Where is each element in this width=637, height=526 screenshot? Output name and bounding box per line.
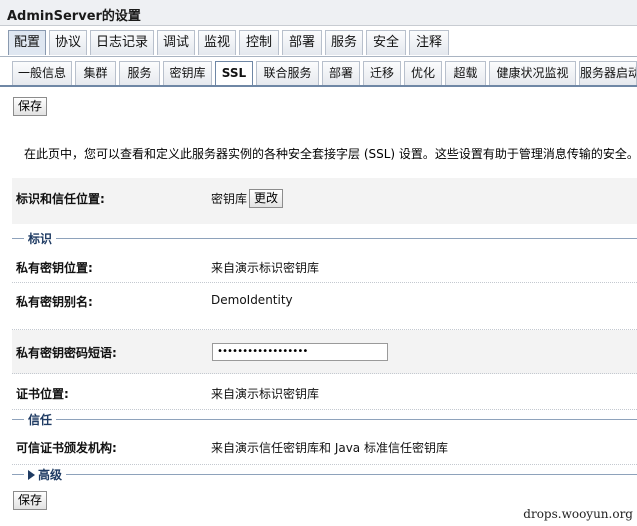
change-button[interactable]: 更改 [249, 189, 284, 208]
secondary-tab-bar: 一般信息 集群 服务 密钥库 SSL 联合服务 部署 迁移 优化 超载 健康状况… [0, 58, 637, 87]
tab-security[interactable]: 安全 [366, 30, 406, 55]
tab-logging[interactable]: 日志记录 [90, 30, 154, 55]
trusted-ca-label: 可信证书颁发机构: [16, 441, 117, 455]
subtab-services[interactable]: 服务 [119, 61, 160, 85]
tab-notes[interactable]: 注释 [409, 30, 449, 55]
certificate-location-value: 来自演示标识密钥库 [211, 387, 320, 401]
tab-monitoring[interactable]: 监视 [198, 30, 236, 55]
page-description: 在此页中，您可以查看和定义此服务器实例的各种安全套接字层 (SSL) 设置。这些… [24, 147, 637, 161]
advanced-section-header[interactable]: 高级 [12, 466, 637, 483]
identity-section-header: 标识 [12, 230, 637, 247]
subtab-federation[interactable]: 联合服务 [256, 61, 319, 85]
tab-debug[interactable]: 调试 [157, 30, 195, 55]
private-key-location-value: 来自演示标识密钥库 [211, 261, 320, 275]
private-key-location-label: 私有密钥位置: [16, 261, 93, 275]
tab-deployments[interactable]: 部署 [282, 30, 322, 55]
advanced-section-title: 高级 [38, 468, 63, 482]
trust-section-title: 信任 [24, 411, 57, 428]
advanced-section-toggle[interactable]: 高级 [24, 466, 67, 483]
private-key-passphrase-label: 私有密钥密码短语: [16, 346, 117, 360]
subtab-cluster[interactable]: 集群 [75, 61, 116, 85]
subtab-health-monitoring[interactable]: 健康状况监视 [489, 61, 576, 85]
subtab-ssl[interactable]: SSL [215, 61, 253, 85]
trusted-ca-row: 可信证书颁发机构: 来自演示信任密钥库和 Java 标准信任密钥库 [12, 429, 637, 465]
primary-tab-bar: 配置 协议 日志记录 调试 监视 控制 部署 服务 安全 注释 [0, 27, 637, 57]
certificate-location-row: 证书位置: 来自演示标识密钥库 [12, 374, 637, 410]
subtab-tuning[interactable]: 优化 [404, 61, 442, 85]
identity-trust-value: 密钥库 [211, 192, 248, 206]
trust-section-header: 信任 [12, 411, 637, 428]
private-key-alias-label: 私有密钥别名: [16, 295, 93, 309]
subtab-migration[interactable]: 迁移 [363, 61, 401, 85]
identity-section-title: 标识 [24, 230, 57, 247]
private-key-passphrase-input[interactable]: •••••••••••••••••• [212, 343, 388, 361]
subtab-overload[interactable]: 超载 [445, 61, 486, 85]
identity-trust-row: 标识和信任位置: 密钥库 [12, 178, 637, 224]
expand-triangle-icon [28, 470, 35, 480]
tab-services[interactable]: 服务 [325, 30, 363, 55]
section-divider [12, 419, 637, 420]
trusted-ca-value: 来自演示信任密钥库和 Java 标准信任密钥库 [211, 441, 448, 455]
subtab-server-start[interactable]: 服务器启动 [579, 61, 637, 85]
tab-config[interactable]: 配置 [8, 30, 46, 55]
tab-control[interactable]: 控制 [239, 30, 279, 55]
section-divider [12, 238, 637, 239]
window-title: AdminServer的设置 [7, 9, 141, 24]
save-button-bottom[interactable]: 保存 [13, 491, 48, 510]
identity-trust-label: 标识和信任位置: [16, 192, 105, 206]
private-key-alias-row: 私有密钥别名: DemoIdentity [12, 283, 637, 330]
subtab-general[interactable]: 一般信息 [12, 61, 72, 85]
save-button-top[interactable]: 保存 [13, 97, 48, 116]
private-key-alias-value: DemoIdentity [211, 293, 293, 307]
tab-protocols[interactable]: 协议 [49, 30, 87, 55]
section-divider [12, 474, 637, 475]
certificate-location-label: 证书位置: [16, 387, 69, 401]
private-key-location-row: 私有密钥位置: 来自演示标识密钥库 [12, 248, 637, 283]
subtab-deployment[interactable]: 部署 [322, 61, 360, 85]
subtab-keystores[interactable]: 密钥库 [163, 61, 212, 85]
window-title-bar: AdminServer的设置 [0, 0, 637, 26]
watermark-text: drops.wooyun.org [523, 507, 633, 521]
